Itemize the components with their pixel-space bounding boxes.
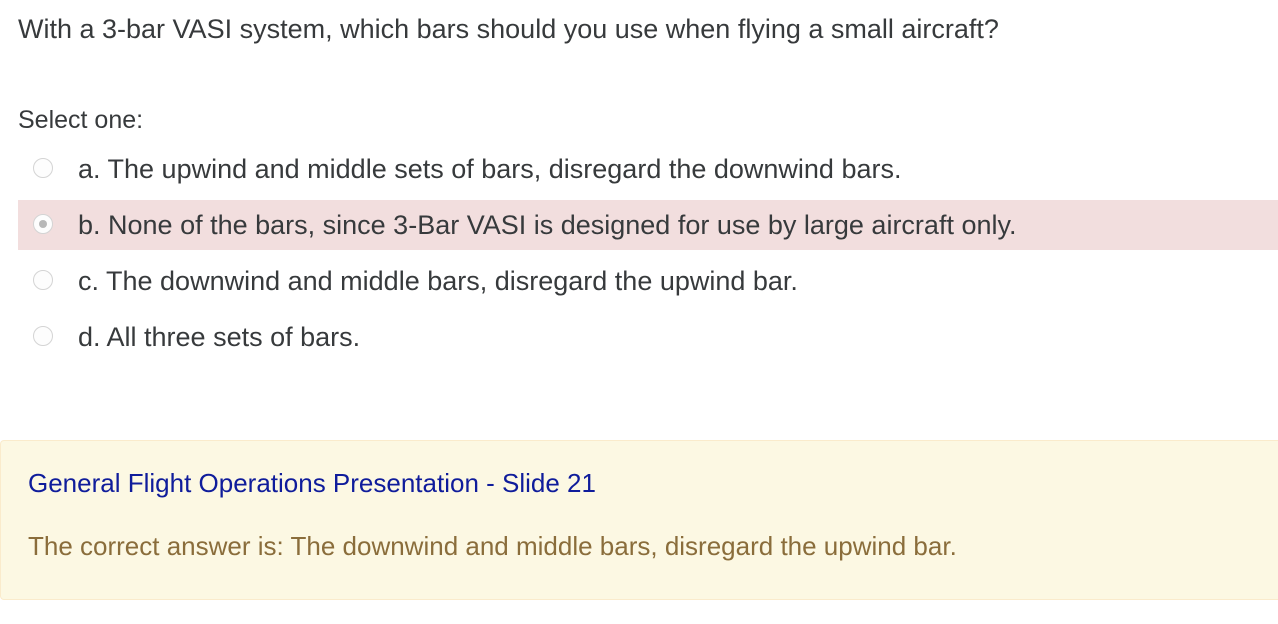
answer-label-b[interactable]: b. None of the bars, since 3-Bar VASI is…	[78, 207, 1016, 243]
question-text: With a 3-bar VASI system, which bars sho…	[18, 14, 999, 44]
radio-button-c[interactable]	[33, 270, 53, 290]
answer-option-b[interactable]: b. None of the bars, since 3-Bar VASI is…	[18, 200, 1278, 250]
answer-label-c[interactable]: c. The downwind and middle bars, disrega…	[78, 263, 798, 299]
answer-label-d[interactable]: d. All three sets of bars.	[78, 319, 360, 355]
feedback-panel: General Flight Operations Presentation -…	[0, 440, 1278, 600]
correct-answer-text: The correct answer is: The downwind and …	[28, 531, 957, 561]
answer-option-d[interactable]: d. All three sets of bars.	[18, 312, 1278, 362]
radio-button-a[interactable]	[33, 158, 53, 178]
radio-selected-dot	[39, 220, 47, 228]
answer-list: a. The upwind and middle sets of bars, d…	[18, 144, 1278, 368]
radio-button-b[interactable]	[33, 214, 53, 234]
reference-link[interactable]: General Flight Operations Presentation -…	[28, 465, 596, 501]
answer-label-a[interactable]: a. The upwind and middle sets of bars, d…	[78, 151, 901, 187]
answer-option-c[interactable]: c. The downwind and middle bars, disrega…	[18, 256, 1278, 306]
radio-button-d[interactable]	[33, 326, 53, 346]
answer-option-a[interactable]: a. The upwind and middle sets of bars, d…	[18, 144, 1278, 194]
select-one-prompt: Select one:	[18, 106, 144, 134]
